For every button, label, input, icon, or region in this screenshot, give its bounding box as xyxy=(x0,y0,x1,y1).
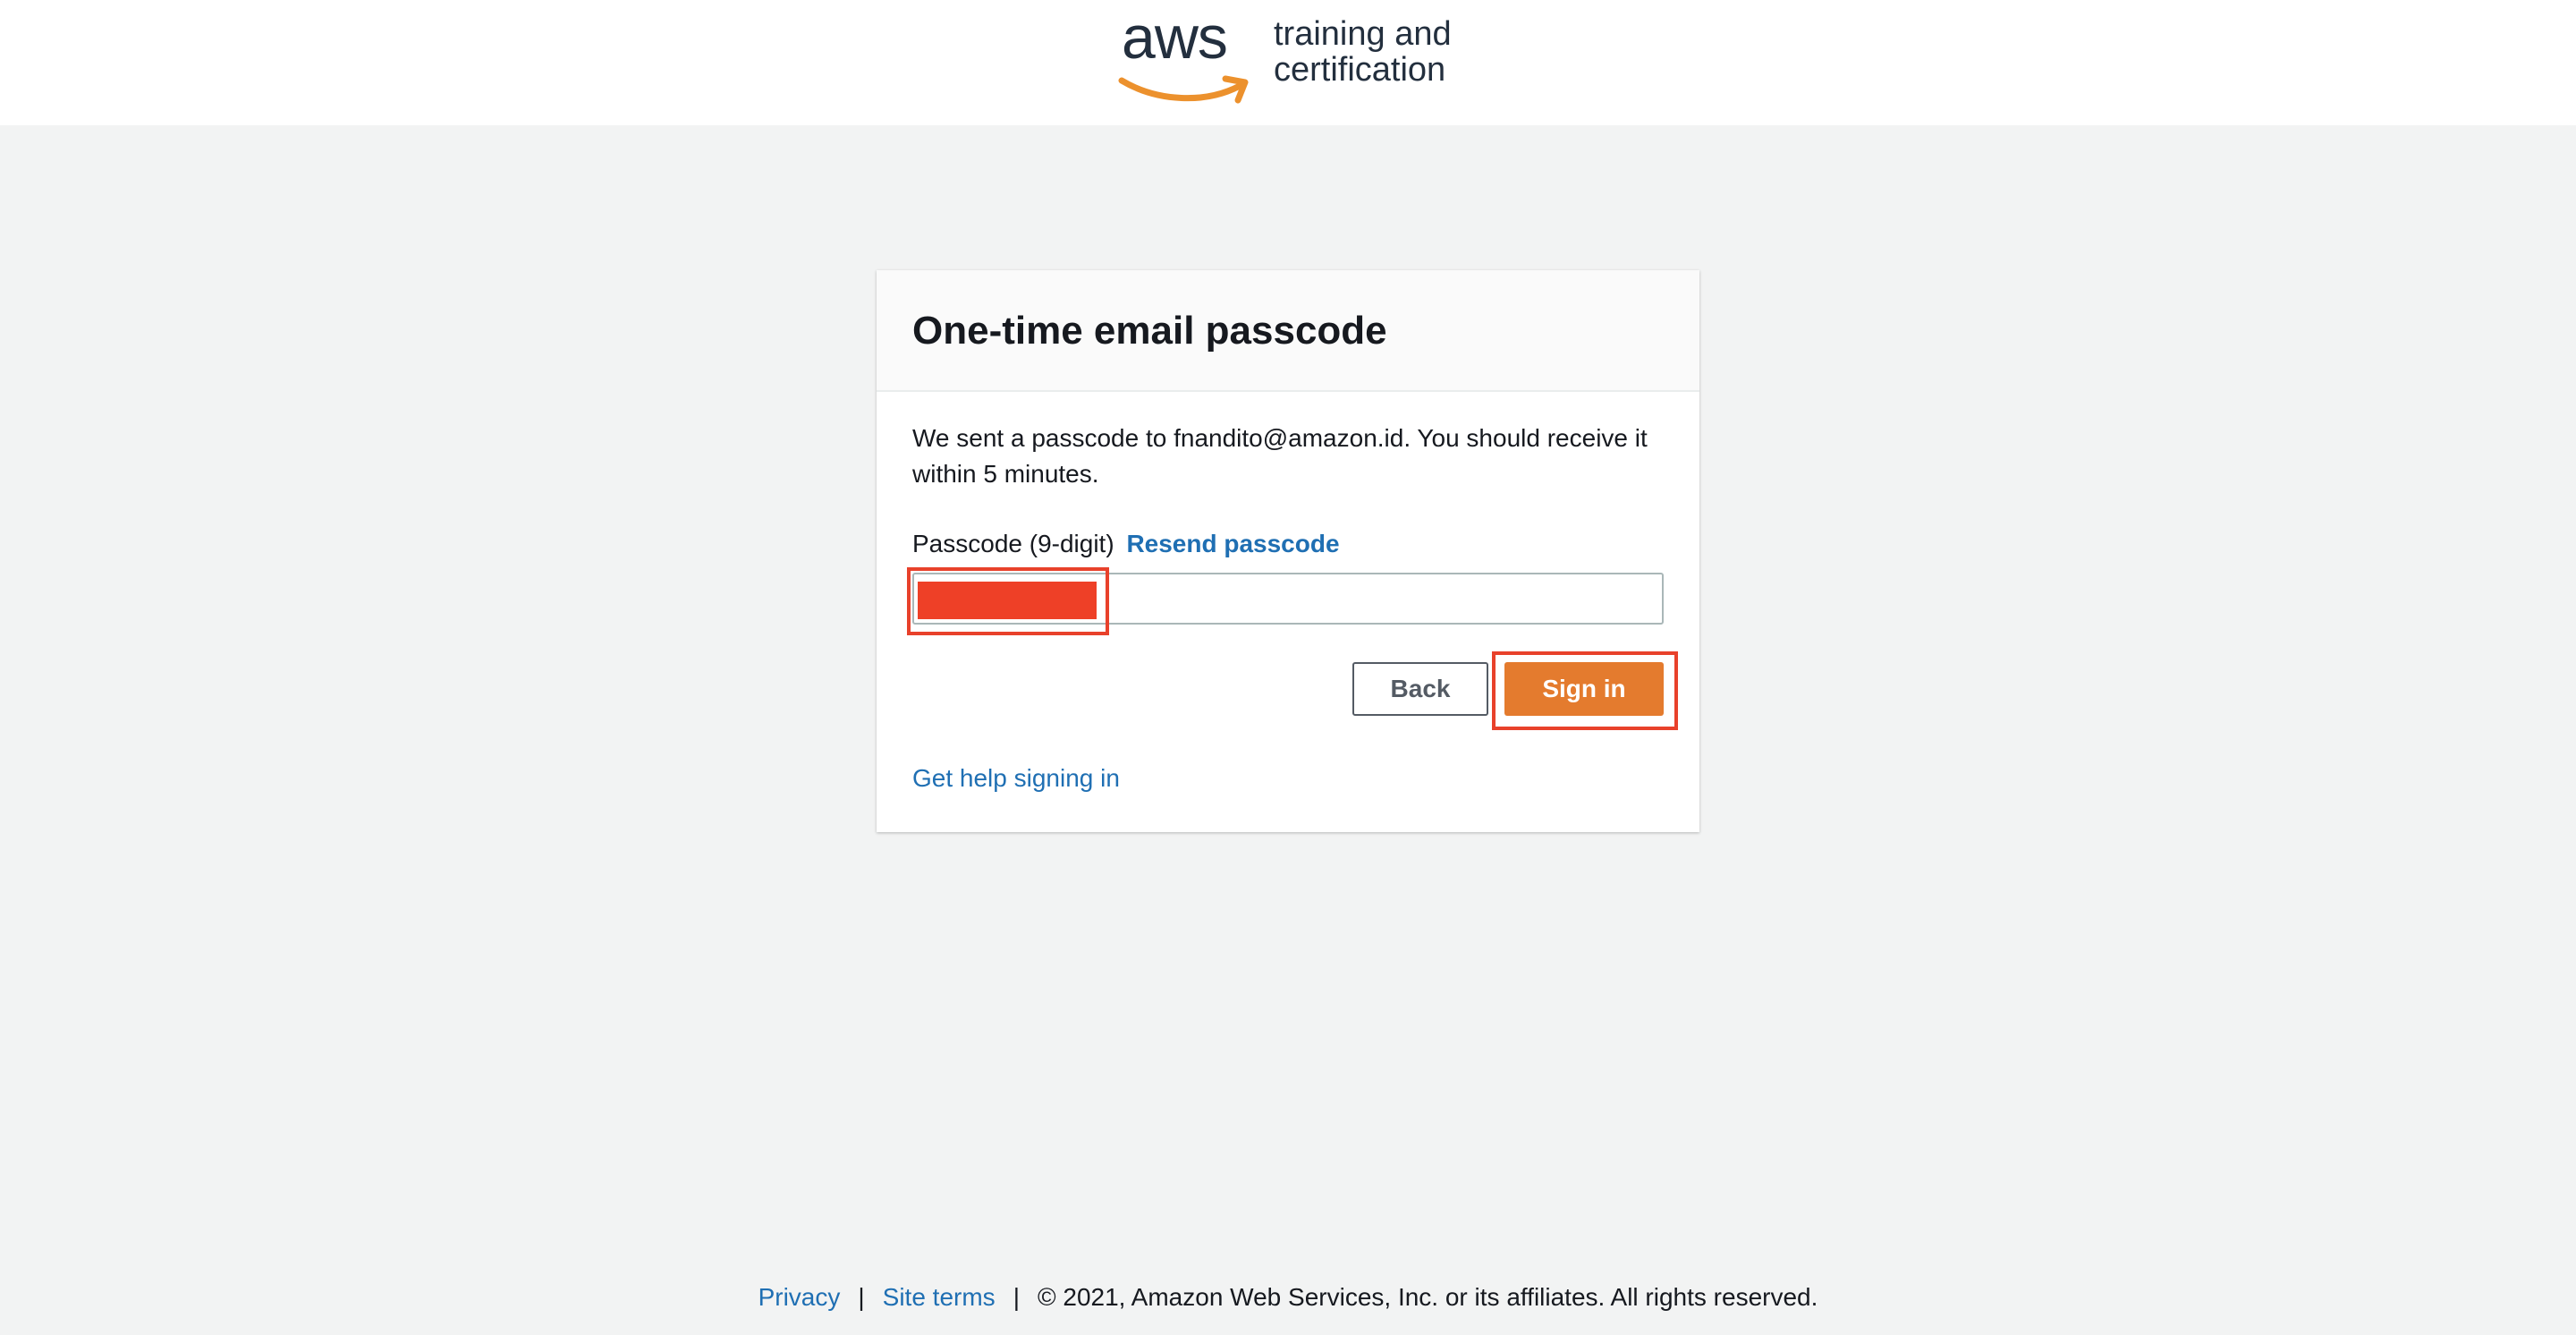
passcode-label: Passcode (9-digit) xyxy=(912,530,1114,557)
aws-wordmark: aws xyxy=(1122,4,1228,72)
logo-tagline: training and certification xyxy=(1274,16,1452,88)
page-title: One-time email passcode xyxy=(912,309,1387,353)
logo-tagline-line1: training and xyxy=(1274,15,1452,53)
get-help-signing-in-link[interactable]: Get help signing in xyxy=(912,761,1120,796)
copyright-text: © 2021, Amazon Web Services, Inc. or its… xyxy=(1037,1283,1818,1311)
passcode-description: We sent a passcode to fnandito@amazon.id… xyxy=(912,424,1648,488)
site-terms-link[interactable]: Site terms xyxy=(883,1283,996,1311)
footer-separator: | xyxy=(1013,1283,1020,1311)
footer: Privacy | Site terms | © 2021, Amazon Web Se… xyxy=(0,1280,2576,1315)
footer-separator: | xyxy=(858,1283,865,1311)
aws-smile-icon xyxy=(1118,75,1249,104)
back-button[interactable]: Back xyxy=(1352,662,1488,716)
privacy-link[interactable]: Privacy xyxy=(758,1283,841,1311)
card-header: One-time email passcode xyxy=(877,270,1699,392)
top-header: aws training and certification xyxy=(0,0,2576,125)
passcode-card: One-time email passcode We sent a passco… xyxy=(877,270,1699,832)
aws-training-logo[interactable]: aws training and certification xyxy=(1116,4,1465,104)
logo-tagline-line2: certification xyxy=(1274,51,1446,89)
passcode-highlight-box xyxy=(907,567,1109,635)
resend-passcode-link[interactable]: Resend passcode xyxy=(1126,530,1339,557)
passcode-label-row: Passcode (9-digit) Resend passcode xyxy=(912,526,1340,562)
sign-in-button[interactable]: Sign in xyxy=(1504,662,1664,716)
